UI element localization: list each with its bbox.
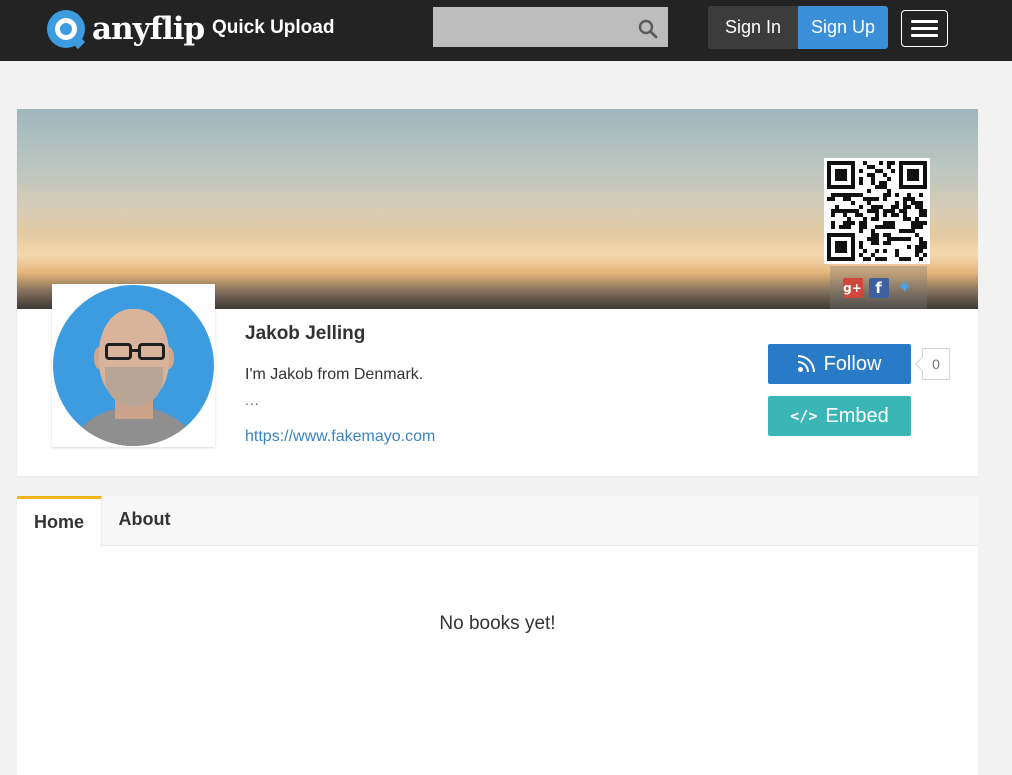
top-navbar: anyflip Quick Upload Sign In Sign Up (0, 0, 1012, 61)
logo-text: anyflip (92, 11, 205, 47)
embed-label: Embed (825, 404, 889, 427)
logo-icon (47, 10, 86, 50)
follower-count: 0 (922, 348, 950, 380)
profile-website-link[interactable]: https://www.fakemayo.com (245, 428, 435, 446)
google-plus-icon[interactable]: g+ (842, 277, 863, 298)
content-panel: Home About No books yet! (17, 496, 978, 775)
twitter-icon[interactable]: ✦ (895, 277, 915, 298)
tab-about[interactable]: About (102, 496, 187, 546)
hamburger-menu-button[interactable] (901, 10, 948, 47)
menu-bar-icon (911, 20, 938, 23)
anyflip-logo[interactable]: anyflip (47, 9, 205, 50)
embed-button[interactable]: </> Embed (768, 396, 911, 436)
menu-bar-icon (911, 34, 938, 37)
profile-card: g+ f ✦ Jakob Jelling I'm Jakob from Denm… (17, 109, 978, 476)
rss-icon (797, 355, 815, 372)
search-icon[interactable] (638, 19, 658, 39)
sign-in-button[interactable]: Sign In (708, 6, 798, 49)
tab-home[interactable]: Home (17, 496, 102, 547)
code-icon: </> (790, 407, 818, 425)
qr-code (824, 158, 930, 264)
empty-state-message: No books yet! (439, 613, 556, 634)
avatar (52, 284, 215, 447)
quick-upload-link[interactable]: Quick Upload (212, 17, 334, 39)
tab-bar: Home About (17, 496, 978, 547)
search-box (433, 7, 668, 47)
search-input[interactable] (433, 7, 628, 47)
bio-more-ellipsis[interactable]: ... (245, 392, 260, 408)
share-bar: g+ f ✦ (830, 266, 927, 309)
follow-button[interactable]: Follow (768, 344, 911, 384)
profile-bio: I'm Jakob from Denmark. (245, 366, 424, 383)
sign-up-button[interactable]: Sign Up (798, 6, 888, 49)
menu-bar-icon (911, 27, 938, 30)
follow-label: Follow (823, 352, 882, 375)
profile-name: Jakob Jelling (245, 323, 366, 344)
facebook-icon[interactable]: f (868, 277, 889, 298)
cover-image: g+ f ✦ (17, 109, 978, 309)
